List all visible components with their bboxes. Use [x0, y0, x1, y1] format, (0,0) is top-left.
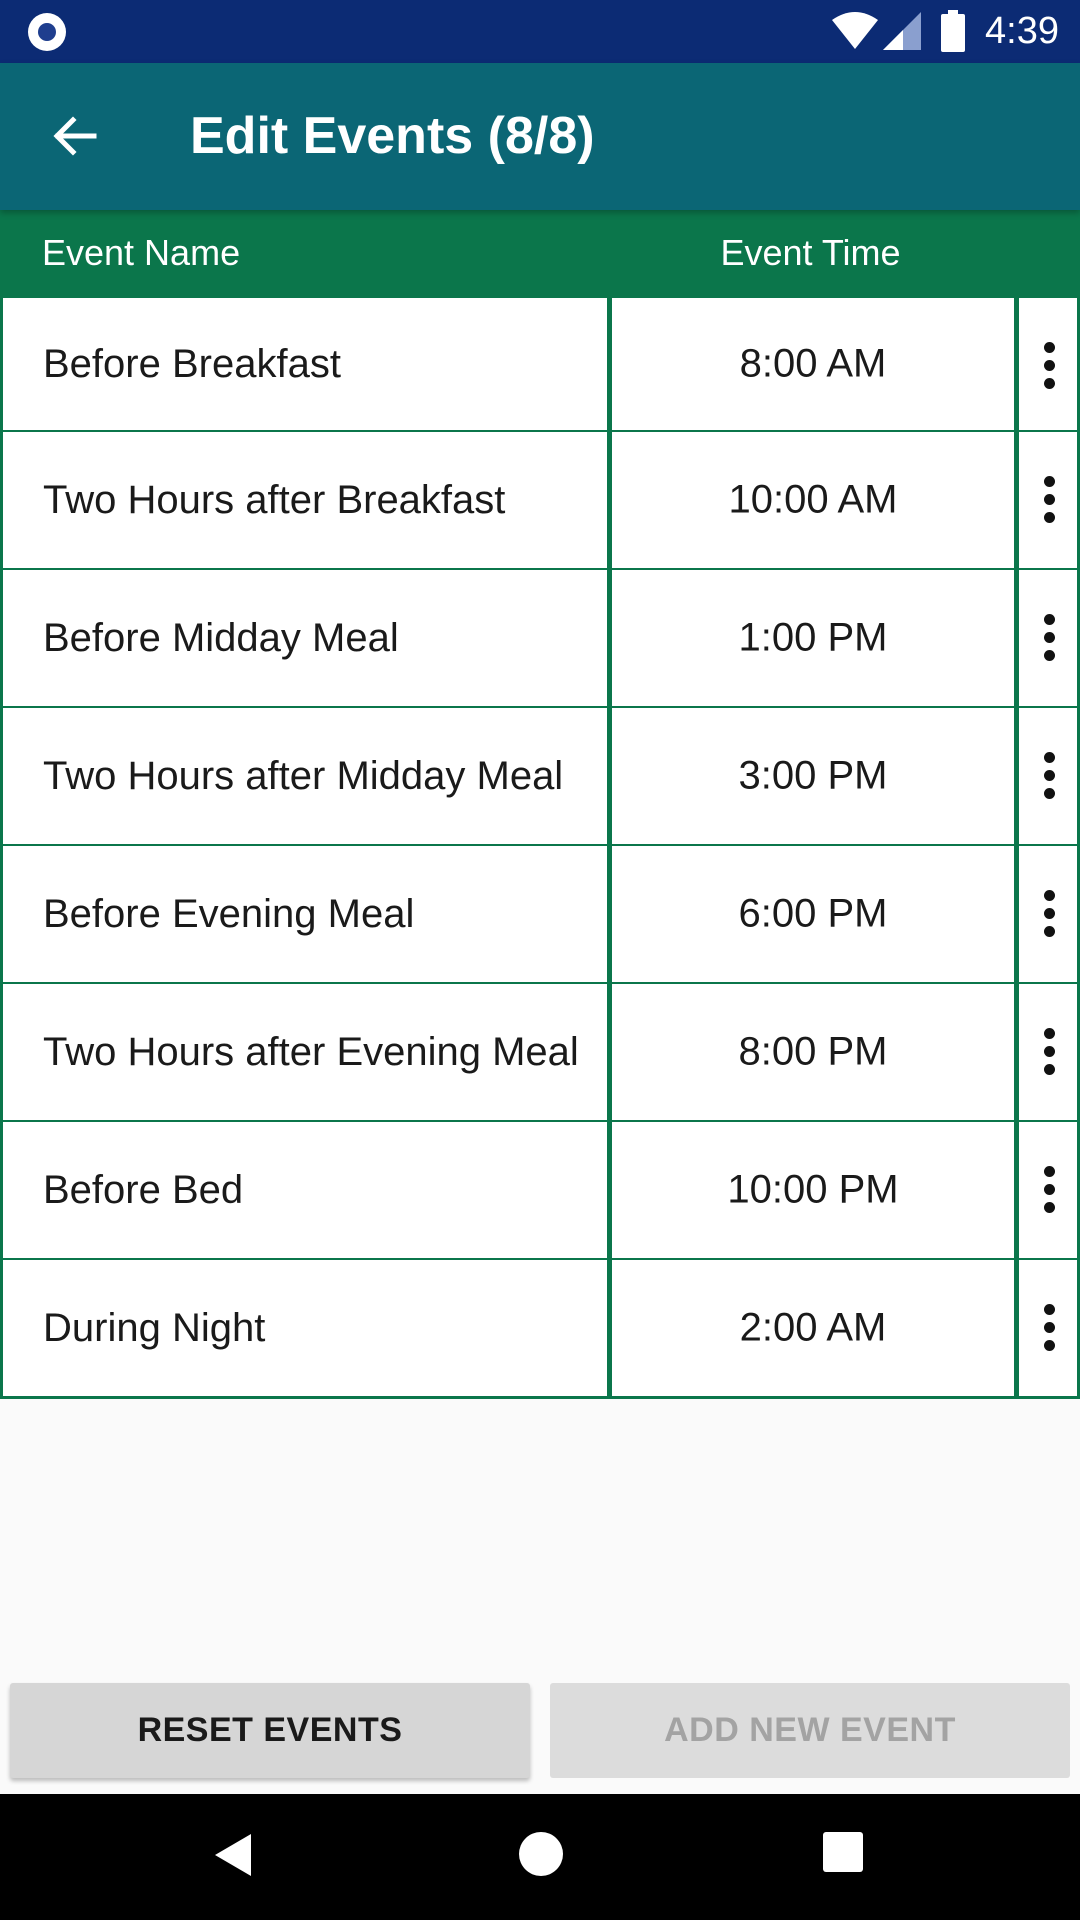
nav-back-icon[interactable] [213, 1832, 253, 1878]
more-vert-icon [1039, 890, 1059, 938]
arrow-left-icon [53, 116, 97, 156]
column-header-event-time: Event Time [720, 232, 901, 273]
status-bar: 4:39 [0, 0, 1080, 63]
table-row: Two Hours after Midday Meal 3:00 PM [0, 708, 1080, 847]
more-vert-icon [1039, 1304, 1059, 1352]
event-time: 8:00 AM [739, 341, 887, 386]
system-nav-bar [0, 1794, 1080, 1920]
row-menu-button[interactable] [1016, 1260, 1080, 1399]
event-time-cell[interactable]: 10:00 AM [609, 432, 1017, 571]
notification-dot-icon [28, 13, 66, 51]
event-name-cell[interactable]: Before Midday Meal [0, 570, 610, 709]
signal-icon [883, 12, 921, 50]
table-row: Before Bed 10:00 PM [0, 1122, 1080, 1261]
table-row: During Night 2:00 AM [0, 1260, 1080, 1399]
event-time: 10:00 AM [728, 477, 898, 522]
event-name-cell[interactable]: Before Breakfast [0, 295, 610, 433]
event-name: Two Hours after Midday Meal [43, 754, 564, 798]
event-time: 10:00 PM [727, 1167, 899, 1212]
event-list: Before Breakfast 8:00 AM Two Hours after… [0, 295, 1080, 1399]
event-name-cell[interactable]: Two Hours after Evening Meal [0, 984, 610, 1123]
event-name-cell[interactable]: During Night [0, 1260, 610, 1399]
row-menu-button[interactable] [1016, 708, 1080, 847]
event-time: 3:00 PM [738, 753, 888, 798]
more-vert-icon [1039, 476, 1059, 524]
event-name: Before Midday Meal [43, 616, 399, 660]
more-vert-icon [1039, 342, 1059, 390]
row-menu-button[interactable] [1016, 295, 1080, 433]
table-row: Before Breakfast 8:00 AM [0, 295, 1080, 433]
more-vert-icon [1039, 1166, 1059, 1214]
event-time: 2:00 AM [739, 1305, 887, 1350]
event-time-cell[interactable]: 10:00 PM [609, 1122, 1017, 1261]
event-time: 6:00 PM [738, 891, 888, 936]
nav-home-icon[interactable] [519, 1832, 563, 1876]
event-name-cell[interactable]: Before Evening Meal [0, 846, 610, 985]
status-time: 4:39 [985, 10, 1059, 52]
back-button[interactable] [42, 103, 108, 169]
page-title: Edit Events (8/8) [190, 107, 595, 165]
event-name: During Night [43, 1306, 266, 1350]
table-row: Before Midday Meal 1:00 PM [0, 570, 1080, 709]
table-row: Two Hours after Evening Meal 8:00 PM [0, 984, 1080, 1123]
battery-icon [941, 10, 965, 52]
event-time-cell[interactable]: 6:00 PM [609, 846, 1017, 985]
table-header: Event Name Event Time [0, 210, 1080, 295]
event-name-cell[interactable]: Two Hours after Midday Meal [0, 708, 610, 847]
more-vert-icon [1039, 752, 1059, 800]
app-bar: Edit Events (8/8) [0, 63, 1080, 210]
row-menu-button[interactable] [1016, 1122, 1080, 1261]
event-time-cell[interactable]: 8:00 PM [609, 984, 1017, 1123]
event-name: Before Breakfast [43, 342, 341, 386]
row-menu-button[interactable] [1016, 984, 1080, 1123]
event-name: Two Hours after Evening Meal [43, 1030, 579, 1074]
row-menu-button[interactable] [1016, 432, 1080, 571]
event-name: Two Hours after Breakfast [43, 478, 506, 522]
event-name: Before Evening Meal [43, 892, 415, 936]
event-time: 8:00 PM [738, 1029, 888, 1074]
event-name-cell[interactable]: Two Hours after Breakfast [0, 432, 610, 571]
event-time: 1:00 PM [738, 615, 888, 660]
row-menu-button[interactable] [1016, 570, 1080, 709]
table-row: Before Evening Meal 6:00 PM [0, 846, 1080, 985]
event-name: Before Bed [43, 1168, 244, 1212]
event-time-cell[interactable]: 3:00 PM [609, 708, 1017, 847]
row-menu-button[interactable] [1016, 846, 1080, 985]
more-vert-icon [1039, 1028, 1059, 1076]
event-time-cell[interactable]: 2:00 AM [609, 1260, 1017, 1399]
event-time-cell[interactable]: 1:00 PM [609, 570, 1017, 709]
column-header-event-name: Event Name [42, 232, 241, 273]
screen: 4:39 Edit Events (8/8) Event Name Event … [0, 0, 1080, 1920]
more-vert-icon [1039, 614, 1059, 662]
table-row: Two Hours after Breakfast 10:00 AM [0, 432, 1080, 571]
add-new-event-button[interactable]: ADD NEW EVENT [550, 1683, 1070, 1778]
nav-recents-icon[interactable] [823, 1832, 863, 1872]
reset-events-button[interactable]: RESET EVENTS [10, 1683, 530, 1778]
event-name-cell[interactable]: Before Bed [0, 1122, 610, 1261]
wifi-icon [832, 12, 878, 49]
event-time-cell[interactable]: 8:00 AM [609, 295, 1017, 433]
